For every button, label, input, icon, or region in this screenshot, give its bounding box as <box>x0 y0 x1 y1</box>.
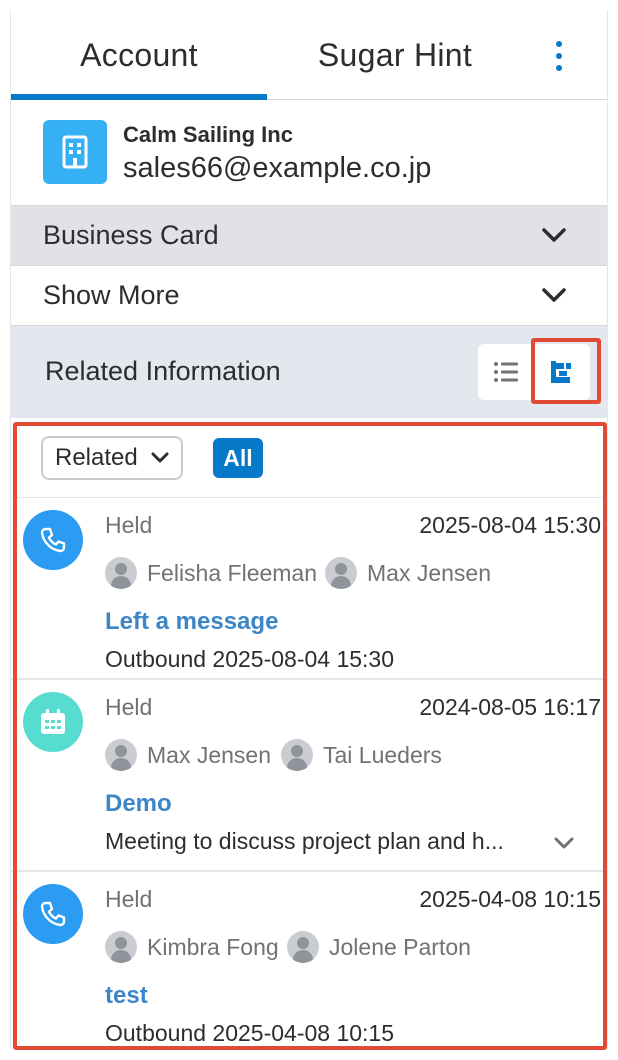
activity-description: Outbound 2025-08-04 15:30 <box>105 646 395 672</box>
participant-name: Max Jensen <box>367 559 492 586</box>
tab-bar: Account Sugar Hint <box>11 10 607 100</box>
avatar <box>325 557 357 589</box>
participant-name: Felisha Fleeman <box>147 559 318 586</box>
activity-subject-link[interactable]: Demo <box>105 790 172 818</box>
activity-datetime: 2024-08-05 16:17 <box>419 694 601 720</box>
timeline-list: Related All Held 2025-08-04 15:30 Felish… <box>11 418 607 1050</box>
business-card-label: Business Card <box>43 220 219 250</box>
activity-datetime: 2025-08-04 15:30 <box>419 512 601 538</box>
participant: Max Jensen <box>105 738 271 772</box>
timeline-item[interactable]: Held 2025-08-04 15:30 Felisha Fleeman Ma… <box>11 498 607 680</box>
participant: Jolene Parton <box>287 930 471 964</box>
chevron-down-icon <box>151 452 169 463</box>
hint-panel: Account Sugar Hint Calm Sailing Inc sale… <box>10 10 608 1050</box>
show-more-toggle[interactable]: Show More <box>11 266 607 326</box>
show-more-label: Show More <box>43 280 180 310</box>
related-information-bar: Related Information <box>11 326 607 418</box>
activity-status: Held <box>105 512 153 538</box>
more-options-icon[interactable] <box>551 41 567 71</box>
timeline-item[interactable]: Held 2024-08-05 16:17 Max Jensen Tai Lue… <box>11 680 607 872</box>
phone-icon <box>23 884 83 944</box>
activity-subject-link[interactable]: test <box>105 982 148 1010</box>
chevron-down-icon <box>542 228 566 242</box>
avatar <box>105 931 137 963</box>
tab-sugar-hint[interactable]: Sugar Hint <box>267 10 523 100</box>
timeline-item[interactable]: Held 2025-04-08 10:15 Kimbra Fong Jolene… <box>11 872 607 1050</box>
participant-name: Jolene Parton <box>329 933 471 960</box>
timeline-filter-row: Related All <box>11 418 607 498</box>
activity-description: Meeting to discuss project plan and h... <box>105 828 504 854</box>
tab-account[interactable]: Account <box>11 10 267 100</box>
activity-status: Held <box>105 886 153 912</box>
chevron-down-icon[interactable] <box>553 836 575 850</box>
record-header: Calm Sailing Inc sales66@example.co.jp <box>11 100 607 206</box>
building-icon <box>43 120 107 184</box>
participant-name: Tai Lueders <box>323 741 442 768</box>
business-card-toggle[interactable]: Business Card <box>11 206 607 266</box>
activity-status: Held <box>105 694 153 720</box>
highlight-box-timeline-toggle <box>531 338 601 404</box>
avatar <box>105 557 137 589</box>
avatar <box>105 739 137 771</box>
activity-description: Outbound 2025-04-08 10:15 <box>105 1020 395 1046</box>
avatar <box>281 739 313 771</box>
activity-subject-link[interactable]: Left a message <box>105 608 278 636</box>
all-filter-button[interactable]: All <box>213 438 263 478</box>
related-information-title: Related Information <box>45 356 281 386</box>
participant-name: Kimbra Fong <box>147 933 279 960</box>
list-view-icon[interactable] <box>478 344 534 400</box>
related-filter-label: Related <box>55 444 138 471</box>
chevron-down-icon <box>542 288 566 302</box>
avatar <box>287 931 319 963</box>
participant: Kimbra Fong <box>105 930 279 964</box>
account-email[interactable]: sales66@example.co.jp <box>123 152 431 185</box>
related-filter-select[interactable]: Related <box>41 436 183 480</box>
account-name: Calm Sailing Inc <box>123 122 293 147</box>
participant: Tai Lueders <box>281 738 442 772</box>
calendar-icon <box>23 692 83 752</box>
participant: Felisha Fleeman <box>105 556 317 590</box>
participant-name: Max Jensen <box>147 741 272 768</box>
participant: Max Jensen <box>325 556 491 590</box>
phone-icon <box>23 510 83 570</box>
activity-datetime: 2025-04-08 10:15 <box>419 886 601 912</box>
